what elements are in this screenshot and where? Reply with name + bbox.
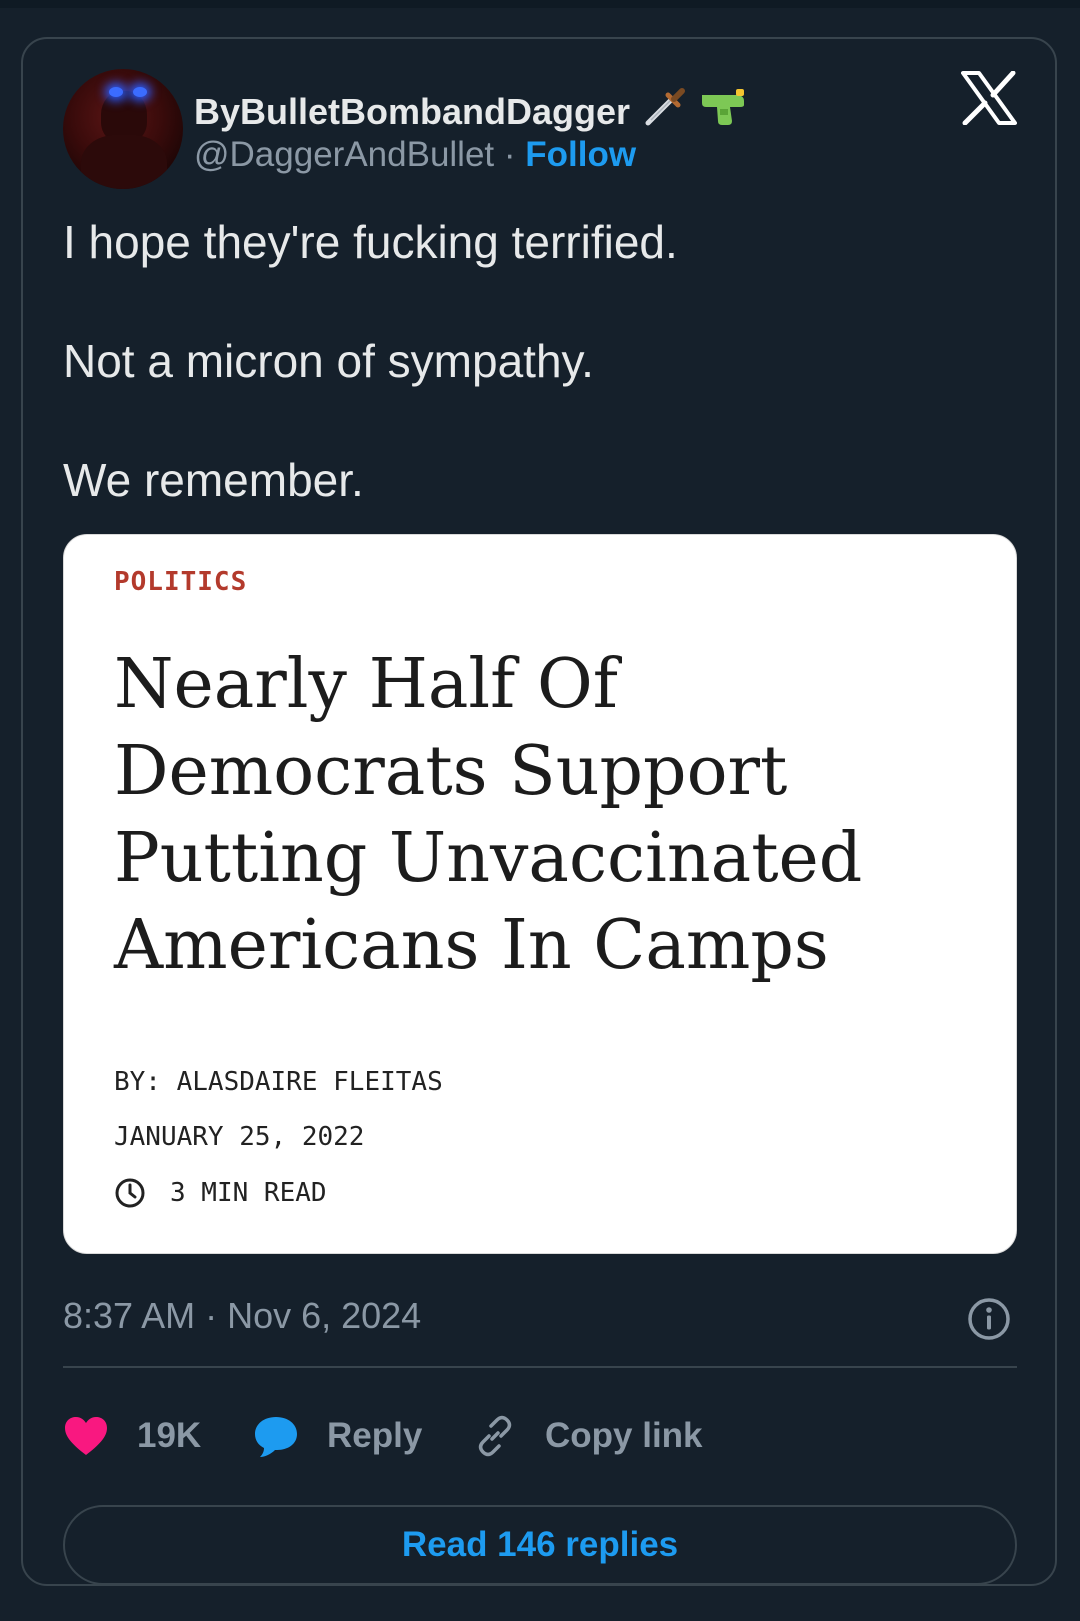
avatar-eye bbox=[109, 87, 123, 97]
tweet-line: I hope they're fucking terrified. bbox=[63, 216, 678, 268]
reply-button[interactable]: Reply bbox=[253, 1414, 473, 1458]
tweet-text: I hope they're fucking terrified. Not a … bbox=[63, 215, 1023, 509]
link-icon bbox=[478, 1415, 512, 1457]
headline-line: Nearly Half Of bbox=[114, 645, 618, 724]
avatar-eye bbox=[133, 87, 147, 97]
dagger-icon bbox=[642, 85, 686, 138]
divider bbox=[63, 1366, 1017, 1368]
article-card[interactable]: POLITICS Nearly Half Of Democrats Suppor… bbox=[63, 534, 1017, 1254]
article-date: JANUARY 25, 2022 bbox=[114, 1122, 365, 1152]
avatar-body bbox=[81, 135, 167, 189]
tweet-timestamp[interactable]: 8:37 AM · Nov 6, 2024 bbox=[63, 1295, 421, 1337]
x-logo-icon[interactable] bbox=[961, 71, 1017, 125]
like-count: 19K bbox=[137, 1416, 202, 1455]
article-headline: Nearly Half Of Democrats Support Putting… bbox=[114, 641, 954, 989]
headline-line: Putting Unvaccinated bbox=[114, 819, 863, 898]
headline-line: Americans In Camps bbox=[114, 906, 829, 985]
top-edge bbox=[0, 0, 1080, 8]
display-name[interactable]: ByBulletBombandDagger bbox=[194, 91, 630, 133]
read-replies-button[interactable]: Read 146 replies bbox=[63, 1505, 1017, 1585]
handle-row: @DaggerAndBullet · Follow bbox=[194, 135, 636, 175]
info-icon[interactable] bbox=[967, 1297, 1011, 1341]
tweet-line: We remember. bbox=[63, 454, 364, 507]
tweet-line: Not a micron of sympathy. bbox=[63, 335, 594, 388]
headline-line: Democrats Support bbox=[114, 732, 788, 811]
copy-link-label: Copy link bbox=[545, 1416, 703, 1455]
reply-label: Reply bbox=[327, 1416, 423, 1455]
water-pistol-icon bbox=[698, 85, 748, 138]
avatar[interactable] bbox=[63, 69, 183, 189]
read-time-label: 3 MIN READ bbox=[170, 1178, 327, 1208]
article-category: POLITICS bbox=[114, 567, 248, 597]
article-byline: BY: ALASDAIRE FLEITAS bbox=[114, 1067, 443, 1097]
follow-button[interactable]: Follow bbox=[525, 135, 636, 174]
separator: · bbox=[503, 135, 516, 174]
heart-icon bbox=[65, 1417, 107, 1455]
like-button[interactable]: 19K bbox=[63, 1415, 253, 1457]
display-name-row[interactable]: ByBulletBombandDagger bbox=[194, 85, 748, 138]
tweet-card: ByBulletBombandDagger @DaggerAndBullet ·… bbox=[21, 37, 1057, 1586]
clock-icon bbox=[115, 1178, 145, 1208]
reply-bubble-icon bbox=[255, 1417, 297, 1457]
handle[interactable]: @DaggerAndBullet bbox=[194, 135, 494, 174]
copy-link-button[interactable]: Copy link bbox=[473, 1414, 703, 1458]
action-bar: 19K Reply Copy link bbox=[63, 1411, 703, 1461]
article-read-time: 3 MIN READ bbox=[114, 1177, 327, 1209]
